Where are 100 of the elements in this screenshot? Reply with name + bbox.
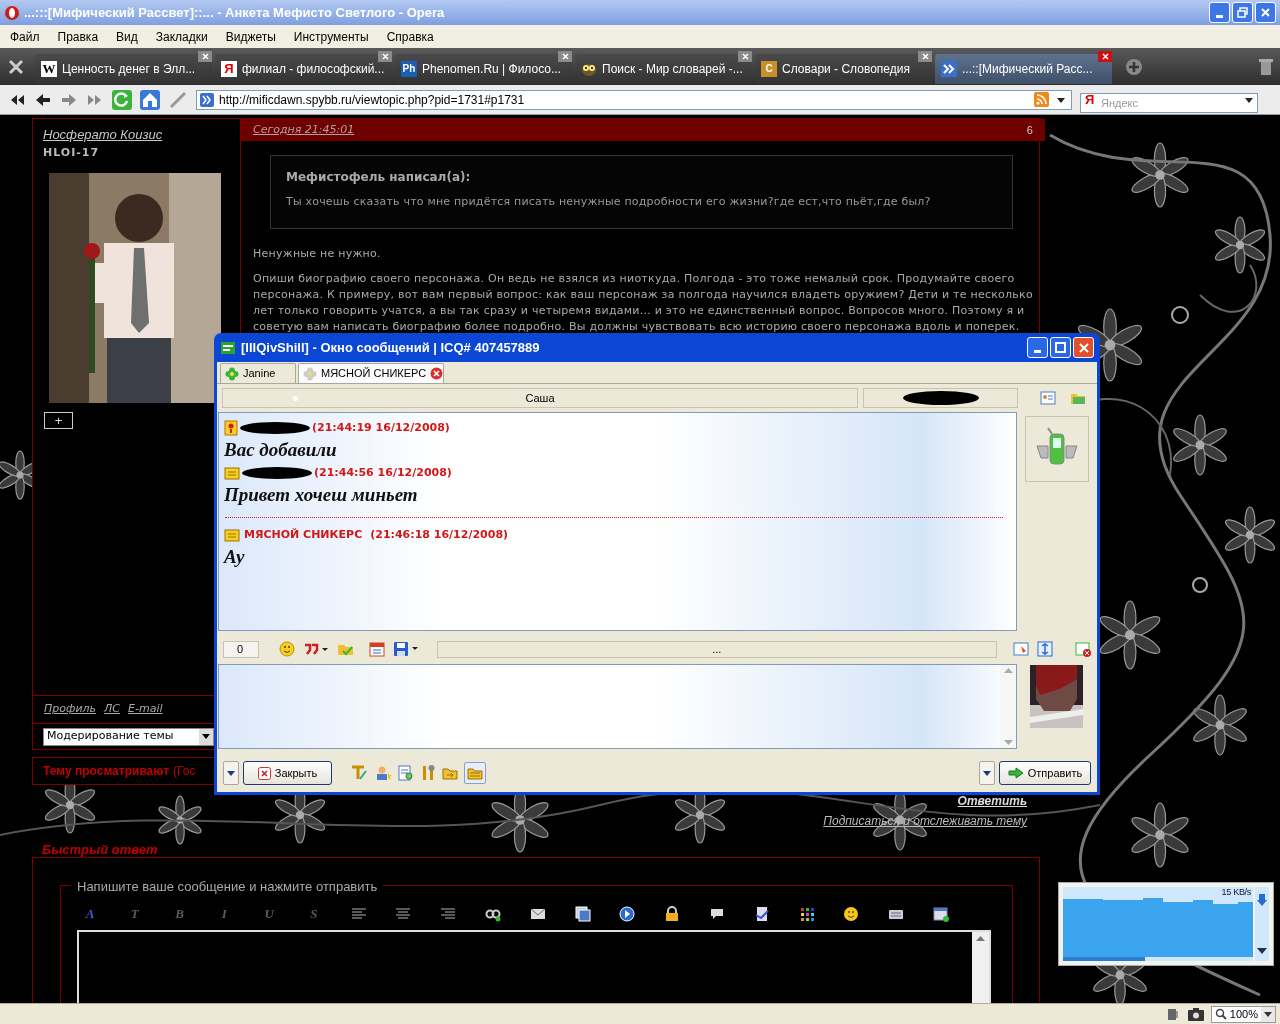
- post-text-line: лет только говорить учатся, а вы так сразу и четыремя видами... и это не единственный вопрос. Вопросов много. Поэтому я и: [253, 304, 1026, 317]
- lock-icon[interactable]: [664, 906, 681, 922]
- flower-ornament: [1131, 142, 1189, 208]
- format-button[interactable]: A: [82, 904, 98, 924]
- close-icon: [1261, 8, 1270, 17]
- minimize-button[interactable]: [1027, 337, 1048, 358]
- menu-item[interactable]: Вид: [98, 27, 138, 46]
- send-options-button[interactable]: [979, 761, 995, 785]
- align-left-icon[interactable]: [350, 906, 367, 922]
- close-chat-button[interactable]: Закрыть: [243, 761, 332, 785]
- trash-icon[interactable]: [1258, 57, 1274, 76]
- maximize-icon: [1055, 342, 1066, 353]
- tab-close-button[interactable]: [738, 50, 752, 62]
- tab-close-button[interactable]: [558, 50, 572, 62]
- restore-button[interactable]: [1232, 2, 1253, 23]
- close-icon: [1078, 342, 1089, 353]
- scroll-down-icon[interactable]: [1256, 947, 1268, 955]
- mail-icon[interactable]: [529, 906, 546, 922]
- tab-favicon: C: [761, 60, 777, 77]
- back-icon[interactable]: [34, 91, 52, 108]
- close-x-icon: [257, 766, 271, 780]
- post-date[interactable]: Сегодня 21:45:01: [253, 121, 355, 139]
- folder-arrow-icon[interactable]: [442, 765, 458, 781]
- maximize-button[interactable]: [1050, 337, 1071, 358]
- message-icon: [224, 466, 240, 480]
- tab-close-button[interactable]: [918, 50, 932, 62]
- message-textarea[interactable]: [77, 930, 991, 1003]
- contact-name-field: Саша: [222, 388, 858, 408]
- rss-icon[interactable]: [1034, 92, 1049, 107]
- save-icon[interactable]: [392, 641, 419, 657]
- caret-icon: [227, 770, 235, 776]
- profile-link[interactable]: ЛС: [104, 701, 120, 718]
- window-icon[interactable]: [932, 906, 949, 922]
- download-icon[interactable]: [1256, 893, 1268, 907]
- expand-button[interactable]: +: [44, 412, 73, 429]
- browser-tab[interactable]: C Словари - Словопедия: [755, 53, 932, 84]
- moderation-select[interactable]: Модерирование темы: [43, 727, 214, 746]
- menu-item[interactable]: Правка: [39, 27, 99, 46]
- reply-link[interactable]: Ответить: [957, 792, 1027, 810]
- quick-reply-title: Быстрый ответ: [42, 842, 158, 857]
- browser-tab[interactable]: W Ценность денег в Элл...: [35, 53, 212, 84]
- menu-item[interactable]: Закладки: [137, 27, 208, 46]
- quote-icon[interactable]: [302, 642, 329, 656]
- folder-delete-icon[interactable]: [1075, 641, 1091, 657]
- address-field[interactable]: http://mificdawn.spybb.ru/viewtopic.php?pid=1731#p1731: [196, 89, 1072, 110]
- close-button[interactable]: [1255, 2, 1276, 23]
- close-button[interactable]: [1073, 337, 1094, 358]
- document-icon[interactable]: [753, 906, 770, 922]
- arrow-right-icon: [1007, 767, 1024, 779]
- tab-close-button[interactable]: [198, 50, 212, 62]
- speech-bubble-icon[interactable]: [708, 906, 725, 922]
- grid-icon[interactable]: [798, 906, 815, 922]
- alert-icon: [224, 420, 238, 436]
- browser-tab[interactable]: Ph Phenomen.Ru | Филосо...: [395, 53, 572, 84]
- options-dropdown-button[interactable]: [223, 761, 239, 785]
- dropdown-arrow-icon[interactable]: [1264, 1011, 1272, 1017]
- reload-icon[interactable]: [112, 89, 132, 110]
- message-time: (21:44:56 16/12/2008): [314, 464, 452, 481]
- dropdown-arrow-icon[interactable]: [202, 733, 210, 740]
- contact-card-icon[interactable]: [1040, 391, 1056, 405]
- chat-tab[interactable]: МЯСНОЙ СНИКЕРС: [298, 363, 444, 383]
- browser-tab[interactable]: Поиск - Мир словарей -...: [575, 53, 752, 84]
- close-tab-icon[interactable]: [430, 367, 444, 380]
- menu-item[interactable]: Инструменты: [275, 27, 369, 46]
- chat-tab[interactable]: Janine: [220, 363, 296, 383]
- document-search-icon[interactable]: [398, 765, 414, 781]
- scroll-up-icon[interactable]: [976, 935, 985, 941]
- caret-icon: [983, 770, 991, 776]
- zoom-control[interactable]: 100%: [1210, 1005, 1276, 1023]
- contact-star-icon[interactable]: [374, 765, 392, 781]
- author-rank: HLOI-17: [43, 144, 101, 161]
- new-tab-icon[interactable]: [1125, 57, 1143, 76]
- menu-item[interactable]: Виджеты: [207, 27, 276, 46]
- message-time: (21:44:19 16/12/2008): [312, 419, 450, 436]
- tab-close-button[interactable]: [378, 50, 392, 62]
- play-icon[interactable]: [619, 906, 636, 922]
- profile-link[interactable]: E-mail: [128, 701, 163, 718]
- flower-ornament: [158, 795, 202, 845]
- tab-close-button[interactable]: [1098, 50, 1112, 62]
- browser-tab[interactable]: Я филиал - философский...: [215, 53, 392, 84]
- profile-link[interactable]: Профиль: [44, 701, 97, 718]
- edit-contact-icon[interactable]: [1013, 642, 1029, 656]
- align-right-icon[interactable]: [440, 906, 457, 922]
- fit-height-icon[interactable]: [1037, 641, 1053, 657]
- menu-item[interactable]: Файл: [0, 27, 40, 46]
- author-name[interactable]: Носферато Коизис: [43, 125, 230, 145]
- calendar-icon[interactable]: [368, 641, 385, 657]
- forward-icon[interactable]: [60, 91, 78, 108]
- image-icon[interactable]: [574, 906, 591, 922]
- menu-item[interactable]: Справка: [368, 27, 434, 46]
- smiley-icon[interactable]: [843, 906, 860, 922]
- sender-name: МЯСНОЙ СНИКЕРС: [244, 526, 363, 543]
- camera-icon[interactable]: [1186, 1006, 1205, 1022]
- tools-icon[interactable]: [7, 57, 25, 76]
- browser-tab[interactable]: ...::[Мифический Расс...: [935, 53, 1112, 84]
- minimize-button[interactable]: [1209, 2, 1230, 23]
- message-text: Вас добавили: [224, 438, 338, 462]
- send-button[interactable]: Отправить: [999, 761, 1091, 785]
- home-icon[interactable]: [140, 89, 160, 110]
- align-center-icon[interactable]: [395, 906, 412, 922]
